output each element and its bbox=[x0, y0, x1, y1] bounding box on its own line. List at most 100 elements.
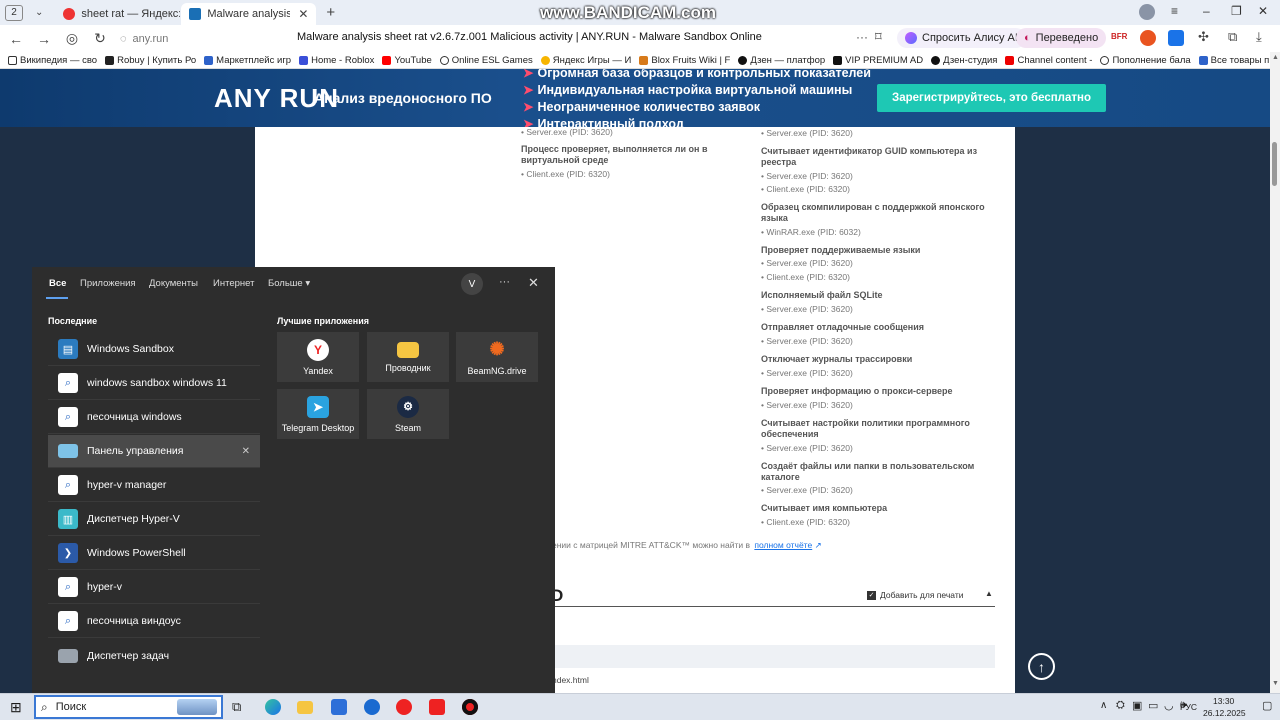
bookmark-roblox[interactable]: Home - Roblox bbox=[299, 55, 374, 66]
process-entry[interactable]: • Server.exe (PID: 3620) bbox=[761, 368, 853, 378]
forward-icon[interactable]: → bbox=[30, 31, 58, 47]
app-explorer[interactable]: Проводник bbox=[367, 332, 449, 382]
process-entry[interactable]: • Server.exe (PID: 3620) bbox=[761, 128, 853, 138]
close-icon[interactable]: ✕ bbox=[528, 275, 539, 291]
user-avatar[interactable]: V bbox=[461, 273, 483, 295]
scroll-to-top-button[interactable]: ↑ bbox=[1028, 653, 1055, 680]
checkbox-checked-icon[interactable]: ✓ bbox=[867, 590, 876, 600]
recent-item-search[interactable]: ⌕ hyper-v manager bbox=[48, 469, 260, 502]
process-entry[interactable]: • Client.exe (PID: 6320) bbox=[521, 169, 610, 179]
adblock-shield-icon[interactable] bbox=[1168, 30, 1184, 46]
scroll-down-icon[interactable]: ▼ bbox=[1272, 680, 1279, 687]
clock-time[interactable]: 13:30 bbox=[1213, 696, 1234, 706]
bookmark-channel-content[interactable]: Channel content - bbox=[1005, 55, 1092, 66]
notifications-icon[interactable]: ▢ bbox=[1262, 699, 1272, 712]
recent-item-search[interactable]: ⌕ песочница windows bbox=[48, 401, 260, 434]
bookmark-youtube[interactable]: YouTube bbox=[382, 55, 432, 66]
site-info-icon[interactable]: ◌ bbox=[120, 33, 127, 45]
extensions-puzzle-icon[interactable]: ✣ bbox=[1198, 29, 1209, 45]
process-entry[interactable]: • Server.exe (PID: 3620) bbox=[761, 258, 853, 268]
menu-icon[interactable]: ≡ bbox=[1171, 4, 1178, 18]
process-entry[interactable]: • Server.exe (PID: 3620) bbox=[761, 304, 853, 314]
back-icon[interactable]: ← bbox=[2, 31, 30, 47]
external-link-icon[interactable]: ↗ bbox=[815, 540, 822, 550]
process-entry[interactable]: • Server.exe (PID: 3620) bbox=[521, 127, 613, 137]
tab-apps[interactable]: Приложения bbox=[80, 278, 136, 289]
yandex-browser-icon[interactable] bbox=[396, 699, 412, 715]
more-options-icon[interactable]: ··· bbox=[499, 276, 510, 288]
register-button[interactable]: Зарегистрируйтесь, это бесплатно bbox=[877, 84, 1106, 112]
recent-item-hyperv-manager[interactable]: ▥ Диспетчер Hyper-V bbox=[48, 503, 260, 536]
tab-internet[interactable]: Интернет bbox=[213, 278, 254, 289]
bookmark-vip-premium[interactable]: VIP PREMIUM AD bbox=[833, 55, 923, 66]
bandicam-record-icon[interactable] bbox=[462, 699, 478, 715]
remove-icon[interactable]: ✕ bbox=[242, 446, 250, 457]
process-entry[interactable]: • WinRAR.exe (PID: 6032) bbox=[761, 227, 861, 237]
recent-item-search[interactable]: ⌕ песочница виндоус bbox=[48, 605, 260, 638]
process-entry[interactable]: • Client.exe (PID: 6320) bbox=[761, 517, 850, 527]
alice-button[interactable]: Спросить Алису AI bbox=[897, 28, 1026, 48]
tab-documents[interactable]: Документы bbox=[149, 278, 198, 289]
process-entry[interactable]: • Server.exe (PID: 3620) bbox=[761, 336, 853, 346]
tab-list-chevron-icon[interactable]: ⌄ bbox=[35, 7, 43, 18]
process-entry[interactable]: • Server.exe (PID: 3620) bbox=[761, 443, 853, 453]
bookmark-wikipedia[interactable]: Википедия — сво bbox=[8, 55, 97, 66]
tab-yandex-search[interactable]: sheet rat — Яндекс: нашл bbox=[55, 3, 180, 25]
bookmark-topup[interactable]: Пополнение бала bbox=[1100, 55, 1191, 66]
close-window-icon[interactable]: ✕ bbox=[1258, 4, 1268, 18]
app-steam[interactable]: ⚙ Steam bbox=[367, 389, 449, 439]
input-language[interactable]: РУС bbox=[1180, 702, 1197, 712]
recent-item-powershell[interactable]: ❯ Windows PowerShell bbox=[48, 537, 260, 570]
bookmark-robuy[interactable]: Robuy | Купить Ро bbox=[105, 55, 196, 66]
restore-icon[interactable]: ❐ bbox=[1231, 4, 1242, 18]
shield-icon[interactable]: ◎ bbox=[58, 30, 86, 47]
search-input[interactable]: Поиск bbox=[56, 701, 86, 713]
recent-item-search[interactable]: ⌕ hyper-v bbox=[48, 571, 260, 604]
download-icon[interactable]: ⤓ bbox=[1256, 29, 1262, 45]
recent-item-search[interactable]: ⌕ windows sandbox windows 11 bbox=[48, 367, 260, 400]
more-options-icon[interactable]: ··· bbox=[856, 30, 868, 44]
process-entry[interactable]: • Server.exe (PID: 3620) bbox=[761, 171, 853, 181]
process-entry[interactable]: • Client.exe (PID: 6320) bbox=[761, 184, 850, 194]
bookmark-dzen[interactable]: Дзен — платфор bbox=[738, 55, 825, 66]
collections-icon[interactable]: ⧉ bbox=[1228, 29, 1237, 45]
close-tab-icon[interactable]: ✕ bbox=[298, 7, 308, 21]
mail-icon[interactable] bbox=[364, 699, 380, 715]
full-report-link[interactable]: полном отчёте bbox=[754, 540, 812, 550]
profile-avatar-icon[interactable] bbox=[1139, 4, 1155, 20]
scrollbar-thumb[interactable] bbox=[1272, 142, 1277, 186]
recent-item-windows-sandbox[interactable]: ▤ Windows Sandbox bbox=[48, 333, 260, 366]
task-view-icon[interactable]: ⧉ bbox=[232, 699, 241, 715]
extension-bfr-icon[interactable]: BFR bbox=[1111, 32, 1127, 41]
tab-anyrun[interactable]: Malware analysis sheet ✕ bbox=[181, 3, 317, 25]
clock-date[interactable]: 26.12.2025 bbox=[1203, 708, 1246, 718]
tray-app-icon[interactable]: ⛭ bbox=[1116, 699, 1125, 712]
tab-count-badge[interactable]: 2 bbox=[5, 4, 23, 21]
process-entry[interactable]: • Server.exe (PID: 3620) bbox=[761, 485, 853, 495]
scroll-up-icon[interactable]: ▲ bbox=[1272, 54, 1279, 61]
file-name-fragment[interactable]: ndex.html bbox=[552, 675, 589, 685]
file-explorer-icon[interactable] bbox=[297, 701, 313, 714]
windows-start-icon[interactable]: ⊞ bbox=[10, 699, 22, 716]
new-tab-icon[interactable]: + bbox=[326, 4, 335, 21]
process-entry[interactable]: • Client.exe (PID: 6320) bbox=[761, 272, 850, 282]
tray-battery-icon[interactable]: ▭ bbox=[1148, 699, 1158, 712]
recent-item-control-panel[interactable]: Панель управления ✕ bbox=[48, 435, 260, 468]
page-scrollbar[interactable]: ▲ ▼ bbox=[1270, 52, 1280, 693]
tray-device-icon[interactable]: ▣ bbox=[1132, 699, 1142, 712]
tab-more[interactable]: Больше ▾ bbox=[268, 278, 310, 289]
tray-network-icon[interactable]: ◡ bbox=[1164, 699, 1174, 712]
edge-icon[interactable] bbox=[265, 699, 281, 715]
yandex-icon[interactable] bbox=[429, 699, 445, 715]
bookmark-marketplace[interactable]: Маркетплейс игр bbox=[204, 55, 291, 66]
minimize-icon[interactable]: – bbox=[1203, 4, 1210, 18]
show-hidden-icons-icon[interactable]: ∧ bbox=[1100, 700, 1107, 711]
app-yandex[interactable]: Y Yandex bbox=[277, 332, 359, 382]
anyrun-banner[interactable]: ANY RUN Анализ вредоносного ПО ➤ Огромная… bbox=[0, 69, 1270, 127]
process-entry[interactable]: • Server.exe (PID: 3620) bbox=[761, 400, 853, 410]
url-text[interactable]: any.run bbox=[133, 33, 169, 45]
bookmark-icon[interactable]: ⌑ bbox=[875, 29, 882, 45]
store-icon[interactable] bbox=[331, 699, 347, 715]
bookmark-all-goods[interactable]: Все товары прод bbox=[1198, 55, 1280, 66]
extension-icon[interactable] bbox=[1140, 30, 1156, 46]
